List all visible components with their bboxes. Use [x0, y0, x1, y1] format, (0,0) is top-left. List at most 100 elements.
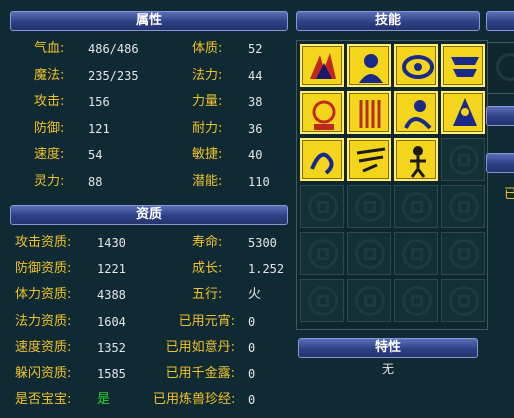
aptitude-value: 1.252	[248, 262, 285, 277]
skill-slot[interactable]	[394, 138, 438, 181]
aptitude-value: 1352	[97, 340, 126, 355]
empty-slot-icon	[449, 145, 479, 175]
aptitude-value: 0	[248, 314, 256, 329]
aptitude-value: 1221	[97, 262, 126, 277]
attributes-label: 潜能:	[192, 173, 223, 189]
attributes-value: 486/486	[88, 42, 139, 56]
aptitude-label: 体力资质:	[15, 287, 72, 303]
skill-slot[interactable]	[300, 91, 344, 134]
skill-slot[interactable]	[394, 91, 438, 134]
aptitude-label: 法力资质:	[15, 313, 72, 329]
aptitude-label: 已用炼兽珍经:	[153, 392, 236, 408]
aptitude-value: 0	[248, 367, 256, 381]
empty-skill-slot[interactable]	[441, 138, 485, 181]
empty-slot-icon	[355, 239, 385, 269]
empty-slot-icon	[496, 53, 514, 81]
attributes-label: 灵力:	[34, 173, 65, 189]
aptitude-label: 攻击资质:	[15, 235, 72, 250]
traits-value: 无	[381, 362, 394, 376]
empty-skill-slot[interactable]	[441, 185, 485, 228]
aptitude-label: 已用如意丹:	[165, 339, 235, 355]
aptitude-value: 火	[248, 287, 262, 303]
aptitude-label: 已用元宵:	[178, 313, 235, 329]
empty-slot-icon	[449, 239, 479, 269]
empty-skill-slot[interactable]	[394, 185, 438, 228]
empty-skill-slot[interactable]	[347, 232, 391, 275]
empty-slot-icon	[402, 286, 432, 316]
aptitude-label: 防御资质:	[15, 261, 72, 277]
aptitude-value: 1430	[97, 236, 126, 250]
aptitude-value: 0	[248, 340, 256, 355]
empty-slot-icon	[402, 192, 432, 222]
attributes-value: 52	[248, 42, 263, 56]
right-panel-button-2[interactable]	[486, 153, 514, 173]
aptitude-value: 是	[97, 392, 111, 408]
attributes-value: 156	[88, 95, 110, 109]
empty-slot-icon	[355, 286, 385, 316]
skill-slot[interactable]	[300, 44, 344, 87]
right-panel-header[interactable]	[486, 11, 514, 31]
empty-skill-slot[interactable]	[347, 185, 391, 228]
aptitude-value: 0	[248, 393, 256, 408]
aptitude-value: 1585	[97, 367, 126, 381]
attributes-label: 耐力:	[192, 120, 223, 136]
right-panel-slot[interactable]	[487, 42, 514, 94]
empty-slot-icon	[355, 192, 385, 222]
empty-slot-icon	[308, 192, 338, 222]
attributes-value: 54	[88, 148, 103, 162]
traits-header: 特性	[298, 338, 478, 358]
attributes-label: 体质:	[192, 41, 223, 56]
attributes-value: 38	[248, 95, 263, 109]
empty-skill-slot[interactable]	[394, 279, 438, 322]
attributes-label: 法力:	[192, 67, 223, 83]
attributes-value: 88	[88, 174, 103, 189]
aptitude-label: 躲闪资质:	[15, 366, 72, 381]
empty-slot-icon	[402, 239, 432, 269]
aptitude-label: 寿命:	[192, 235, 223, 250]
empty-skill-slot[interactable]	[441, 279, 485, 322]
skill-slot[interactable]	[441, 91, 485, 134]
empty-slot-icon	[449, 286, 479, 316]
attributes-value: 40	[248, 148, 263, 162]
attributes-value: 36	[248, 121, 263, 136]
aptitude-value: 1604	[97, 314, 126, 329]
empty-skill-slot[interactable]	[441, 232, 485, 275]
empty-slot-icon	[449, 192, 479, 222]
empty-skill-slot[interactable]	[347, 279, 391, 322]
aptitude-value: 5300	[248, 236, 277, 250]
skill-slot[interactable]	[347, 138, 391, 181]
attributes-value: 235/235	[88, 68, 139, 83]
empty-skill-slot[interactable]	[394, 232, 438, 275]
aptitude-header: 资质	[10, 205, 288, 225]
attributes-header: 属性	[10, 11, 288, 31]
attributes-value: 44	[248, 68, 263, 83]
attributes-label: 力量:	[192, 94, 223, 109]
attributes-label: 防御:	[34, 120, 65, 136]
attributes-label: 速度:	[34, 147, 65, 162]
aptitude-label: 成长:	[192, 261, 223, 277]
empty-skill-slot[interactable]	[300, 279, 344, 322]
empty-slot-icon	[308, 239, 338, 269]
skill-slot[interactable]	[394, 44, 438, 87]
skills-header: 技能	[296, 11, 480, 31]
skills-grid	[296, 40, 488, 330]
attributes-value: 110	[248, 174, 270, 189]
aptitude-label: 是否宝宝:	[15, 392, 72, 408]
attributes-value: 121	[88, 121, 110, 136]
right-panel-button-1[interactable]	[486, 106, 514, 126]
attributes-label: 气血:	[34, 41, 65, 56]
empty-skill-slot[interactable]	[300, 185, 344, 228]
aptitude-label: 五行:	[192, 287, 223, 303]
attributes-label: 敏捷:	[192, 147, 223, 162]
empty-slot-icon	[308, 286, 338, 316]
attributes-label: 魔法:	[34, 67, 65, 83]
skill-slot[interactable]	[441, 44, 485, 87]
aptitude-label: 已用千金露:	[165, 366, 235, 381]
aptitude-label: 速度资质:	[15, 339, 72, 355]
aptitude-value: 4388	[97, 288, 126, 303]
skill-slot[interactable]	[300, 138, 344, 181]
right-panel-text: 已	[504, 187, 514, 202]
empty-skill-slot[interactable]	[300, 232, 344, 275]
skill-slot[interactable]	[347, 44, 391, 87]
skill-slot[interactable]	[347, 91, 391, 134]
